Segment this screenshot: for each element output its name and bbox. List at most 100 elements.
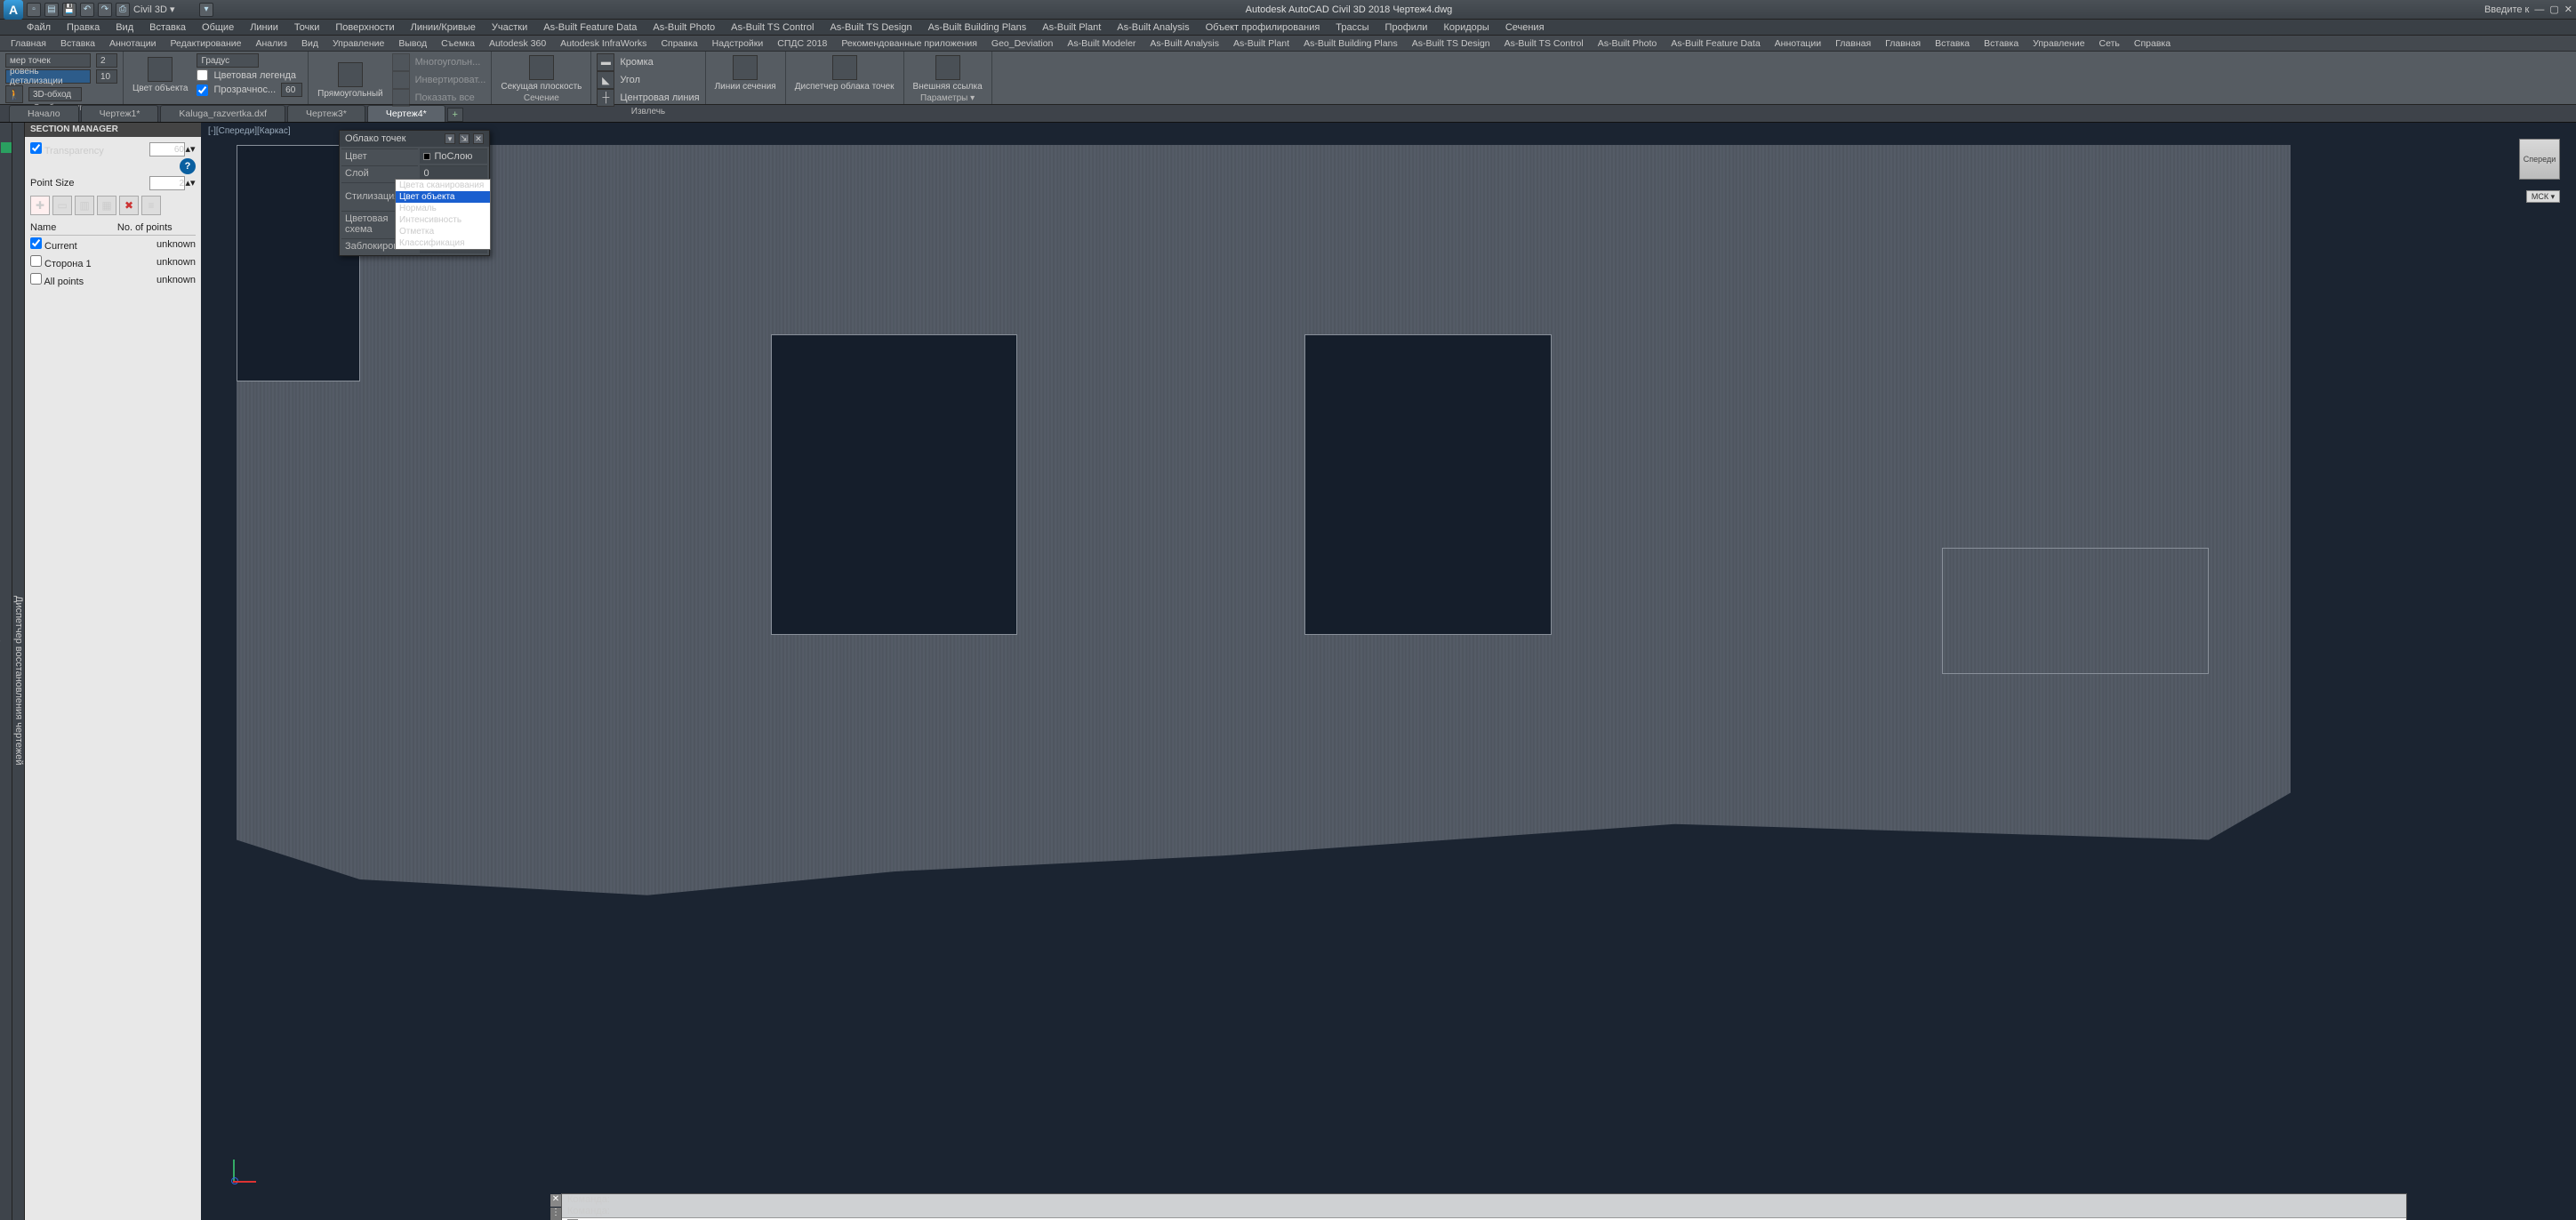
row-checkbox[interactable]: [30, 273, 42, 285]
ribbon-tab[interactable]: Autodesk 360: [482, 36, 553, 51]
palette-close-icon[interactable]: ✕: [473, 133, 484, 144]
help-icon[interactable]: ?: [180, 158, 196, 174]
viewcube[interactable]: Спереди: [2519, 139, 2560, 180]
sm-tool-3[interactable]: ▥: [75, 196, 94, 215]
dropdown-option[interactable]: Цвет объекта: [396, 191, 490, 203]
sm-tool-6[interactable]: ≡: [141, 196, 161, 215]
menu-Вставка[interactable]: Вставка: [142, 20, 193, 35]
ribbon-tab[interactable]: Справка: [2127, 36, 2178, 51]
maximize-icon[interactable]: ▢: [2549, 4, 2558, 15]
menu-Файл[interactable]: Файл: [20, 20, 58, 35]
search-placeholder[interactable]: Введите к: [2484, 4, 2529, 15]
menu-Объект профилирования[interactable]: Объект профилирования: [1199, 20, 1328, 35]
ribbon-tab[interactable]: СПДС 2018: [770, 36, 834, 51]
edge-label[interactable]: Кромка: [620, 57, 653, 68]
ribbon-tab[interactable]: Съемка: [434, 36, 482, 51]
ribbon-tab[interactable]: As-Built Analysis: [1143, 36, 1226, 51]
new-tab-button[interactable]: +: [447, 108, 463, 122]
save-icon[interactable]: 💾: [62, 3, 76, 17]
ribbon-tab[interactable]: As-Built Modeler: [1060, 36, 1143, 51]
dropdown-option[interactable]: Цвета сканирования: [396, 180, 490, 191]
sm-transparency-input[interactable]: [149, 142, 185, 157]
menu-Сечения[interactable]: Сечения: [1498, 20, 1552, 35]
open-icon[interactable]: ▤: [44, 3, 59, 17]
menu-Профили[interactable]: Профили: [1378, 20, 1435, 35]
sm-pointsize-input[interactable]: [149, 176, 185, 190]
sm-transparency-checkbox[interactable]: [30, 142, 42, 154]
grad-dropdown[interactable]: Градус: [197, 53, 259, 68]
walk-icon[interactable]: 🚶: [5, 85, 23, 103]
menu-Общие[interactable]: Общие: [195, 20, 241, 35]
cmd-handle-icon[interactable]: ⋮: [550, 1208, 561, 1220]
sm-tool-2[interactable]: ▭: [52, 196, 72, 215]
redo-icon[interactable]: ↷: [98, 3, 112, 17]
pointcloud-palette[interactable]: Облако точек ▾ ⇲ ✕ ЦветПоСлоюСлой0Стилиз…: [339, 130, 490, 256]
ribbon-tab[interactable]: Рекомендованные приложения: [834, 36, 984, 51]
ribbon-tab[interactable]: Вывод: [391, 36, 434, 51]
workspace-dropdown[interactable]: Civil 3D ▾: [133, 4, 196, 15]
ribbon-tab[interactable]: Управление: [325, 36, 391, 51]
row-checkbox[interactable]: [30, 237, 42, 249]
ribbon-tab[interactable]: Вид: [294, 36, 325, 51]
ribbon-tab[interactable]: As-Built Photo: [1591, 36, 1665, 51]
prop-row[interactable]: ЦветПоСлою: [341, 148, 487, 164]
menu-As-Built Feature Data[interactable]: As-Built Feature Data: [536, 20, 644, 35]
palette-dropdown-icon[interactable]: ▾: [445, 133, 455, 144]
ribbon-tab[interactable]: Вставка: [53, 36, 102, 51]
sm-col-points[interactable]: No. of points: [117, 221, 196, 236]
ribbon-tab[interactable]: Вставка: [1928, 36, 1977, 51]
dropdown-option[interactable]: Отметка: [396, 226, 490, 237]
dropdown-option[interactable]: Классификация: [396, 237, 490, 249]
menu-Коридоры[interactable]: Коридоры: [1436, 20, 1496, 35]
menu-Правка[interactable]: Правка: [60, 20, 107, 35]
detail-level-value[interactable]: 10: [96, 69, 117, 84]
table-row[interactable]: Currentunknown: [30, 236, 196, 254]
ribbon-tab[interactable]: Вставка: [1977, 36, 2026, 51]
corner-label[interactable]: Угол: [620, 75, 640, 85]
palette-pin-icon[interactable]: ⇲: [459, 133, 469, 144]
file-tab[interactable]: Начало: [9, 105, 79, 122]
file-tab[interactable]: Чертеж4*: [367, 105, 445, 122]
section-lines-button[interactable]: Линии сечения: [711, 53, 780, 93]
menu-Участки[interactable]: Участки: [485, 20, 534, 35]
dropdown-option[interactable]: Нормаль: [396, 203, 490, 214]
menu-Вид[interactable]: Вид: [108, 20, 140, 35]
qat-more-icon[interactable]: ▾: [199, 3, 213, 17]
viewport[interactable]: [-][Спереди][Каркас] Облако точек ▾ ⇲ ✕ …: [201, 123, 2576, 1220]
ribbon-tab[interactable]: As-Built Plant: [1226, 36, 1296, 51]
panel-params-label[interactable]: Параметры ▾: [910, 93, 986, 104]
file-tab[interactable]: Чертеж3*: [287, 105, 365, 122]
menu-Линии/Кривые[interactable]: Линии/Кривые: [404, 20, 483, 35]
close-icon[interactable]: ✕: [2564, 4, 2572, 15]
point-cloud[interactable]: [237, 145, 2291, 935]
sm-tool-5[interactable]: ✖: [119, 196, 139, 215]
ribbon-tab[interactable]: Главная: [1828, 36, 1878, 51]
edge-icon[interactable]: ▬: [597, 53, 614, 71]
menu-Линии[interactable]: Линии: [243, 20, 285, 35]
rectangular-clip-button[interactable]: Прямоугольный: [314, 60, 387, 100]
point-size-value[interactable]: 2: [96, 53, 117, 68]
app-menu-button[interactable]: A: [4, 0, 23, 20]
transparency-value[interactable]: 60: [281, 83, 302, 97]
dropdown-option[interactable]: Интенсивность: [396, 214, 490, 226]
left-strip-1[interactable]: Область инструментов: [0, 123, 12, 1220]
file-tab[interactable]: Чертеж1*: [81, 105, 159, 122]
sm-tool-1[interactable]: ✚: [30, 196, 50, 215]
sm-col-name[interactable]: Name: [30, 221, 117, 236]
menu-As-Built Building Plans[interactable]: As-Built Building Plans: [921, 20, 1034, 35]
menu-Поверхности[interactable]: Поверхности: [328, 20, 401, 35]
cmd-close-icon[interactable]: ✕: [550, 1194, 561, 1207]
file-tab[interactable]: Kaluga_razvertka.dxf: [160, 105, 285, 122]
ribbon-tab[interactable]: Главная: [4, 36, 53, 51]
ribbon-tab[interactable]: As-Built TS Control: [1497, 36, 1591, 51]
wcs-dropdown[interactable]: МСК ▾: [2526, 190, 2560, 203]
ribbon-tab[interactable]: Редактирование: [164, 36, 249, 51]
corner-icon[interactable]: ◣: [597, 71, 614, 89]
menu-As-Built TS Design[interactable]: As-Built TS Design: [823, 20, 919, 35]
menu-Точки[interactable]: Точки: [287, 20, 326, 35]
legend-checkbox[interactable]: [197, 69, 208, 81]
viewport-label[interactable]: [-][Спереди][Каркас]: [208, 126, 291, 136]
ribbon-tab[interactable]: Главная: [1878, 36, 1928, 51]
ribbon-tab[interactable]: Сеть: [2092, 36, 2127, 51]
ribbon-tab[interactable]: As-Built Building Plans: [1296, 36, 1405, 51]
